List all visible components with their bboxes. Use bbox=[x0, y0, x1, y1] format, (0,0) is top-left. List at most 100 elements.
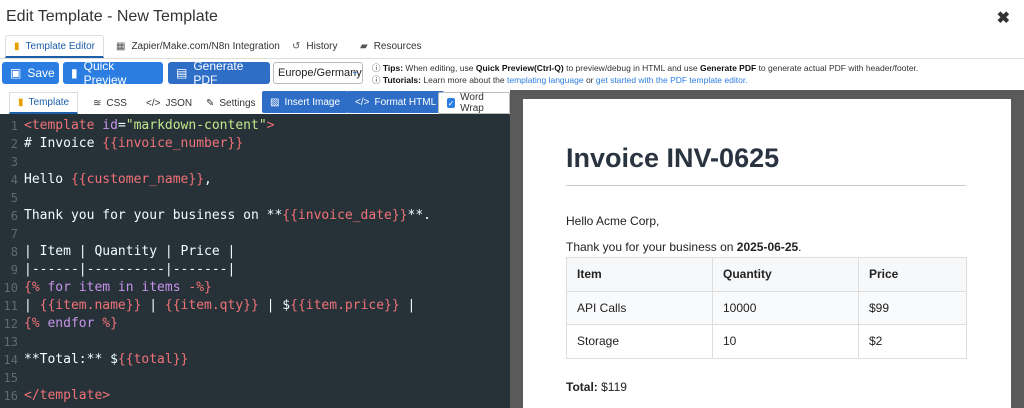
table-row: API Calls 10000 $99 bbox=[566, 290, 967, 325]
line-number: 5 bbox=[10, 191, 18, 205]
invoice-heading: Invoice INV-0625 bbox=[566, 143, 780, 173]
tab-label: Template Editor bbox=[25, 40, 95, 52]
header-item: Item bbox=[566, 257, 713, 292]
cell-item: API Calls bbox=[566, 290, 713, 325]
code-line: 7 bbox=[0, 225, 510, 243]
line-number: 15 bbox=[3, 371, 18, 385]
generate-pdf-label: Generate PDF bbox=[193, 59, 244, 87]
tab-label: Zapier/Make.com/N8n Integration bbox=[131, 41, 280, 52]
code-icon: </> bbox=[355, 96, 370, 108]
close-icon[interactable]: ✖ bbox=[997, 8, 1010, 28]
word-wrap-toggle[interactable]: ✓ Word Wrap bbox=[438, 92, 510, 114]
tips-text: to generate actual PDF with header/foote… bbox=[758, 63, 919, 73]
cell-quantity: 10 bbox=[712, 324, 859, 359]
line-number: 16 bbox=[3, 389, 18, 403]
code-line: 6 Thank you for your business on **{{invo… bbox=[0, 207, 510, 225]
tab-json[interactable]: </> JSON bbox=[138, 92, 200, 114]
tab-template[interactable]: ▮ Template bbox=[9, 92, 79, 114]
wrench-icon: ✎ bbox=[206, 97, 215, 109]
format-html-button[interactable]: </> Format HTML bbox=[347, 91, 445, 113]
header-price: Price bbox=[858, 257, 967, 292]
tab-template-editor[interactable]: ▮ Template Editor bbox=[5, 35, 104, 58]
tab-integration[interactable]: ▦ Zapier/Make.com/N8n Integration bbox=[108, 35, 288, 58]
image-icon: ▨ bbox=[270, 96, 280, 108]
tutorials-label: Tutorials: bbox=[382, 75, 421, 85]
tab-history[interactable]: ↺ History bbox=[284, 35, 346, 58]
save-icon: ▣ bbox=[10, 66, 22, 80]
cell-item: Storage bbox=[566, 324, 713, 359]
line-number: 1 bbox=[10, 119, 18, 133]
save-button[interactable]: ▣ Save bbox=[2, 62, 59, 84]
code-line: 3 bbox=[0, 153, 510, 171]
table-header-row: Item Quantity Price bbox=[566, 257, 967, 292]
tab-label: Settings bbox=[219, 97, 256, 109]
line-number: 4 bbox=[10, 173, 18, 187]
tips-text: to preview/debug in HTML and use bbox=[566, 63, 698, 73]
quick-preview-label: Quick Preview bbox=[83, 59, 127, 87]
code-editor[interactable]: 1 <template id="markdown-content"> 2 # Inv… bbox=[0, 114, 510, 408]
checkbox-checked-icon[interactable]: ✓ bbox=[447, 98, 456, 108]
word-wrap-label: Word Wrap bbox=[460, 92, 484, 114]
locale-value: Europe/Germany bbox=[278, 67, 362, 79]
tips-panel: ⓘ Tips: When editing, use Quick Preview(… bbox=[372, 62, 1022, 86]
templating-language-link[interactable]: templating language bbox=[507, 75, 584, 85]
cell-quantity: 10000 bbox=[712, 290, 859, 325]
quick-preview-button[interactable]: ▮ Quick Preview bbox=[63, 59, 163, 87]
line-number: 12 bbox=[3, 317, 18, 331]
tab-label: CSS bbox=[106, 97, 127, 109]
tutorials-text: Learn more about the bbox=[423, 75, 505, 85]
code-line: 16 </template> bbox=[0, 387, 510, 405]
thanks-prefix: Thank you for your business on bbox=[566, 240, 734, 254]
tips-bold: Generate PDF bbox=[699, 63, 757, 73]
line-number: 11 bbox=[3, 299, 18, 313]
code-line: 5 bbox=[0, 189, 510, 207]
window-title: Edit Template - New Template bbox=[6, 8, 218, 25]
table-icon: ▦ bbox=[116, 41, 126, 52]
tab-css[interactable]: ≋ CSS bbox=[85, 92, 135, 114]
tutorials-line: ⓘ Tutorials: Learn more about the templa… bbox=[372, 74, 1022, 86]
header-quantity: Quantity bbox=[712, 257, 859, 292]
code-line: 9 |------|----------|-------| bbox=[0, 261, 510, 279]
book-icon: ▰ bbox=[360, 41, 368, 52]
preview-page: Invoice INV-0625 Hello Acme Corp, Thank … bbox=[523, 99, 1011, 408]
thanks-date: 2025-06-25 bbox=[736, 240, 799, 254]
format-html-label: Format HTML bbox=[374, 96, 437, 108]
code-line: 11 | {{item.name}} | {{item.qty}} | ${{it… bbox=[0, 297, 510, 315]
locale-select[interactable]: Europe/Germany ⌄ bbox=[273, 62, 363, 84]
code-line: 12 {% endfor %} bbox=[0, 315, 510, 333]
tips-bold: Quick Preview(Ctrl-Q) bbox=[475, 63, 564, 73]
line-number: 9 bbox=[10, 263, 18, 277]
line-number: 7 bbox=[10, 227, 18, 241]
editor-tabs: ▮ Template ≋ CSS </> JSON ✎ Settings ▨ I… bbox=[0, 90, 510, 114]
get-started-link[interactable]: get started with the PDF template editor… bbox=[596, 75, 748, 85]
generate-pdf-button[interactable]: ▤ Generate PDF bbox=[168, 59, 270, 87]
tab-label: History bbox=[306, 41, 338, 52]
tab-settings[interactable]: ✎ Settings bbox=[198, 92, 264, 114]
code-icon: </> bbox=[146, 97, 161, 109]
tips-label: Tips: bbox=[382, 63, 404, 73]
line-number: 2 bbox=[10, 137, 18, 151]
paint-bucket-icon: ▮ bbox=[14, 40, 20, 52]
tab-label: Template bbox=[28, 97, 70, 108]
tab-label: JSON bbox=[165, 97, 193, 109]
tab-resources[interactable]: ▰ Resources bbox=[352, 35, 430, 58]
css-icon: ≋ bbox=[93, 97, 102, 109]
line-number: 8 bbox=[10, 245, 18, 259]
tips-text: When editing, use bbox=[405, 63, 474, 73]
line-number: 6 bbox=[10, 209, 18, 223]
code-line: 8 | Item | Quantity | Price | bbox=[0, 243, 510, 261]
code-line: 4 Hello {{customer_name}}, bbox=[0, 171, 510, 189]
chevron-down-icon: ⌄ bbox=[350, 66, 359, 77]
tutorials-text: or bbox=[585, 75, 594, 85]
code-line: 13 bbox=[0, 333, 510, 351]
invoice-table: Item Quantity Price API Calls 10000 $99 … bbox=[566, 257, 967, 359]
save-label: Save bbox=[27, 66, 55, 80]
insert-image-button[interactable]: ▨ Insert Image bbox=[262, 91, 349, 113]
total-label: Total: bbox=[566, 380, 598, 394]
preview-pane: Invoice INV-0625 Hello Acme Corp, Thank … bbox=[510, 90, 1024, 408]
line-number: 3 bbox=[10, 155, 18, 169]
line-number: 14 bbox=[3, 353, 18, 367]
insert-image-label: Insert Image bbox=[284, 96, 341, 108]
title-bar: Edit Template - New Template ✖ bbox=[0, 0, 1024, 34]
info-icon: ⓘ bbox=[372, 63, 381, 73]
